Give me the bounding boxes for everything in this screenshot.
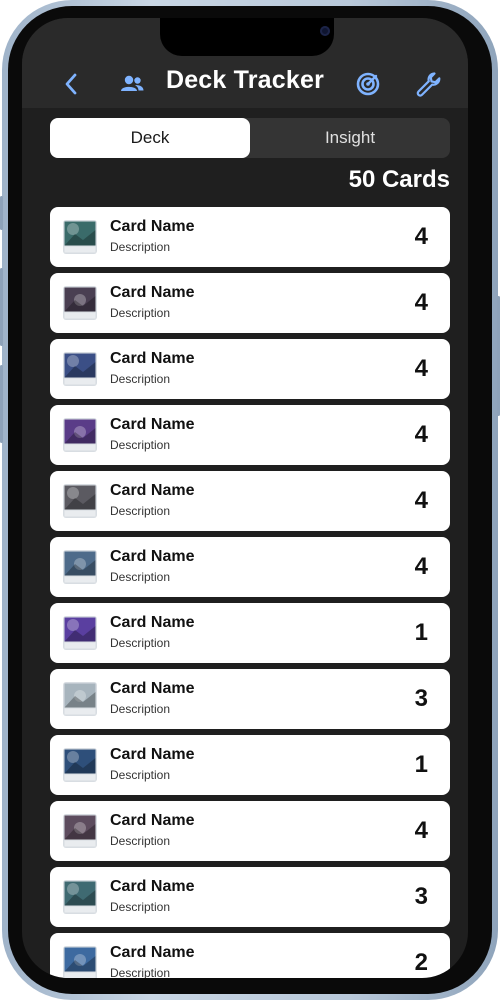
card-description: Description <box>110 504 171 518</box>
card-description: Description <box>110 306 171 320</box>
card-quantity: 4 <box>414 553 428 580</box>
card-name: Card Name <box>110 350 195 367</box>
card-description: Description <box>110 570 171 584</box>
card-quantity: 3 <box>414 883 428 910</box>
card-thumbnail-icon <box>63 814 97 848</box>
card-row[interactable]: Card Name Description 4 <box>50 339 450 399</box>
card-row[interactable]: Card Name Description 4 <box>50 471 450 531</box>
card-row[interactable]: Card Name Description 4 <box>50 405 450 465</box>
card-row[interactable]: Card Name Description 2 <box>50 933 450 978</box>
card-thumbnail-icon <box>63 220 97 254</box>
card-quantity: 2 <box>414 949 428 976</box>
card-description: Description <box>110 768 171 782</box>
card-name: Card Name <box>110 548 195 565</box>
card-thumbnail-icon <box>63 748 97 782</box>
page-title: Deck Tracker <box>165 66 325 94</box>
card-quantity: 1 <box>414 751 428 778</box>
card-name: Card Name <box>110 614 195 631</box>
wrench-icon[interactable] <box>414 70 442 98</box>
card-name: Card Name <box>110 944 195 961</box>
card-thumbnail-icon <box>63 616 97 650</box>
card-name: Card Name <box>110 680 195 697</box>
card-thumbnail-icon <box>63 946 97 978</box>
camera-icon <box>320 26 330 36</box>
card-description: Description <box>110 702 171 716</box>
card-thumbnail-icon <box>63 484 97 518</box>
card-row[interactable]: Card Name Description 4 <box>50 207 450 267</box>
app-screen: Deck Tracker Deck Insight 50 Cards Card … <box>22 18 468 978</box>
phone-side-button <box>0 268 3 346</box>
card-quantity: 4 <box>414 355 428 382</box>
card-description: Description <box>110 240 171 254</box>
card-thumbnail-icon <box>63 880 97 914</box>
card-quantity: 1 <box>414 619 428 646</box>
card-row[interactable]: Card Name Description 1 <box>50 735 450 795</box>
card-row[interactable]: Card Name Description 4 <box>50 273 450 333</box>
card-row[interactable]: Card Name Description 3 <box>50 867 450 927</box>
card-description: Description <box>110 438 171 452</box>
card-row[interactable]: Card Name Description 3 <box>50 669 450 729</box>
phone-side-button <box>0 196 3 230</box>
card-name: Card Name <box>110 482 195 499</box>
card-row[interactable]: Card Name Description 4 <box>50 801 450 861</box>
card-quantity: 4 <box>414 487 428 514</box>
card-description: Description <box>110 966 171 978</box>
card-row[interactable]: Card Name Description 4 <box>50 537 450 597</box>
segmented-control: Deck Insight <box>50 118 450 158</box>
card-quantity: 3 <box>414 685 428 712</box>
card-thumbnail-icon <box>63 286 97 320</box>
card-quantity: 4 <box>414 817 428 844</box>
card-description: Description <box>110 834 171 848</box>
card-description: Description <box>110 900 171 914</box>
tab-insight[interactable]: Insight <box>250 118 450 158</box>
card-thumbnail-icon <box>63 550 97 584</box>
card-thumbnail-icon <box>63 352 97 386</box>
phone-side-button <box>0 365 3 443</box>
card-name: Card Name <box>110 746 195 763</box>
card-description: Description <box>110 372 171 386</box>
card-name: Card Name <box>110 812 195 829</box>
card-thumbnail-icon <box>63 418 97 452</box>
card-name: Card Name <box>110 284 195 301</box>
phone-notch <box>160 18 334 56</box>
card-row[interactable]: Card Name Description 1 <box>50 603 450 663</box>
tab-deck[interactable]: Deck <box>50 118 250 158</box>
card-quantity: 4 <box>414 223 428 250</box>
card-name: Card Name <box>110 878 195 895</box>
card-quantity: 4 <box>414 289 428 316</box>
card-quantity: 4 <box>414 421 428 448</box>
card-description: Description <box>110 636 171 650</box>
card-count: 50 Cards <box>348 166 450 193</box>
card-name: Card Name <box>110 416 195 433</box>
card-list: Card Name Description 4 Card Name Descriptio… <box>50 207 450 978</box>
card-thumbnail-icon <box>63 682 97 716</box>
target-icon[interactable] <box>354 70 382 98</box>
card-name: Card Name <box>110 218 195 235</box>
